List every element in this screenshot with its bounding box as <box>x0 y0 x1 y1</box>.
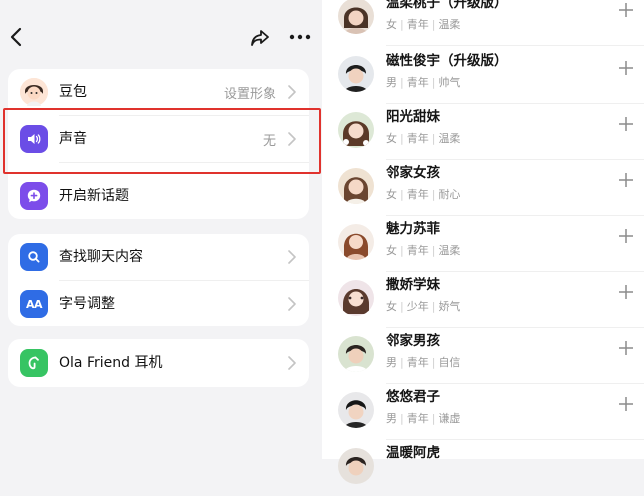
more-dots-icon[interactable] <box>288 29 312 45</box>
add-icon[interactable] <box>618 172 634 188</box>
voice-name: 撒娇学妹 <box>386 277 440 293</box>
settings-row-search-chat[interactable]: 查找聊天内容 <box>8 234 309 280</box>
settings-row-label: 声音 <box>59 131 87 147</box>
voice-avatar <box>338 0 374 34</box>
voice-item[interactable]: 撒娇学妹 女 | 少年 | 娇气 <box>322 272 644 328</box>
voice-avatar <box>338 280 374 316</box>
voice-name: 邻家男孩 <box>386 333 440 349</box>
voice-tags: 男 | 青年 | 自信 <box>386 356 461 369</box>
earbuds-icon <box>20 349 48 377</box>
voice-tags: 女 | 青年 | 耐心 <box>386 188 461 201</box>
voice-tags: 男 | 青年 | 谦虚 <box>386 412 461 425</box>
settings-row-doubao[interactable]: 豆包 设置形象 <box>8 69 309 115</box>
settings-row-font-size[interactable]: AA 字号调整 <box>8 281 309 326</box>
voice-avatar <box>338 336 374 372</box>
doubao-avatar <box>20 78 48 106</box>
settings-row-value: 设置形象 <box>223 87 276 102</box>
voice-name: 阳光甜妹 <box>386 109 440 125</box>
voice-item[interactable]: 温暖阿虎 <box>322 440 644 496</box>
voice-name: 磁性俊宇（升级版） <box>386 53 508 69</box>
font-size-icon: AA <box>20 290 48 318</box>
settings-row-label: 字号调整 <box>59 296 115 312</box>
add-icon[interactable] <box>618 340 634 356</box>
voice-item[interactable]: 阳光甜妹 女 | 青年 | 温柔 <box>322 104 644 160</box>
add-icon[interactable] <box>618 284 634 300</box>
settings-row-label: 开启新话题 <box>59 188 129 204</box>
voice-tags: 女 | 青年 | 温柔 <box>386 244 461 257</box>
voice-item[interactable]: 魅力苏菲 女 | 青年 | 温柔 <box>322 216 644 272</box>
voice-avatar <box>338 392 374 428</box>
chevron-right-icon <box>288 85 296 99</box>
chevron-right-icon <box>288 297 296 311</box>
voice-avatar <box>338 112 374 148</box>
settings-row-ola-friend[interactable]: Ola Friend 耳机 <box>8 340 309 386</box>
speaker-icon <box>20 125 48 153</box>
add-icon[interactable] <box>618 116 634 132</box>
voice-item[interactable]: 温柔桃子（升级版） 女 | 青年 | 温柔 <box>322 0 644 46</box>
add-icon[interactable] <box>618 396 634 412</box>
voice-avatar <box>338 224 374 260</box>
voice-name: 魅力苏菲 <box>386 221 440 237</box>
share-icon[interactable] <box>249 28 271 48</box>
settings-row-new-topic[interactable]: 开启新话题 <box>8 173 309 219</box>
voice-tags: 女 | 少年 | 娇气 <box>386 300 461 313</box>
settings-row-voice[interactable]: 声音 无 <box>8 116 309 162</box>
add-icon[interactable] <box>618 2 634 18</box>
chevron-right-icon <box>288 132 296 146</box>
voice-item[interactable]: 邻家男孩 男 | 青年 | 自信 <box>322 328 644 384</box>
settings-row-label: 豆包 <box>59 84 87 100</box>
voice-name: 温暖阿虎 <box>386 445 440 461</box>
voice-name: 温柔桃子（升级版） <box>386 0 508 11</box>
voice-avatar <box>338 448 374 484</box>
chevron-right-icon <box>288 250 296 264</box>
voice-list-panel: 温柔桃子（升级版） 女 | 青年 | 温柔 磁性俊宇（升级版） 男 | 青年 | 帅气 阳光甜妹… <box>322 0 644 484</box>
voice-avatar <box>338 168 374 204</box>
settings-row-value: 无 <box>262 134 276 149</box>
chevron-left-icon[interactable] <box>6 26 26 48</box>
settings-card-main: 豆包 设置形象 声音 无 开启新话题 <box>8 69 309 219</box>
add-icon[interactable] <box>618 228 634 244</box>
voice-tags: 男 | 青年 | 帅气 <box>386 76 461 89</box>
add-icon[interactable] <box>618 60 634 76</box>
voice-item[interactable]: 邻家女孩 女 | 青年 | 耐心 <box>322 160 644 216</box>
voice-item[interactable]: 磁性俊宇（升级版） 男 | 青年 | 帅气 <box>322 48 644 104</box>
voice-tags: 女 | 青年 | 温柔 <box>386 132 461 145</box>
voice-name: 悠悠君子 <box>386 389 440 405</box>
divider <box>386 45 644 46</box>
voice-name: 邻家女孩 <box>386 165 440 181</box>
settings-card-devices: Ola Friend 耳机 <box>8 339 309 387</box>
search-icon <box>20 243 48 271</box>
font-size-icon-text: AA <box>25 297 43 311</box>
chevron-right-icon <box>288 356 296 370</box>
voice-item[interactable]: 悠悠君子 男 | 青年 | 谦虚 <box>322 384 644 440</box>
voice-tags: 女 | 青年 | 温柔 <box>386 18 461 31</box>
voice-avatar <box>338 56 374 92</box>
settings-panel: 豆包 设置形象 声音 无 开启新话题 查找聊天内容 AA 字号调整 Ola Fr… <box>0 0 322 459</box>
new-chat-icon <box>20 182 48 210</box>
settings-card-tools: 查找聊天内容 AA 字号调整 <box>8 234 309 326</box>
top-bar <box>0 0 322 66</box>
divider <box>59 162 309 163</box>
settings-row-label: 查找聊天内容 <box>59 249 143 265</box>
settings-row-label: Ola Friend 耳机 <box>59 355 163 371</box>
